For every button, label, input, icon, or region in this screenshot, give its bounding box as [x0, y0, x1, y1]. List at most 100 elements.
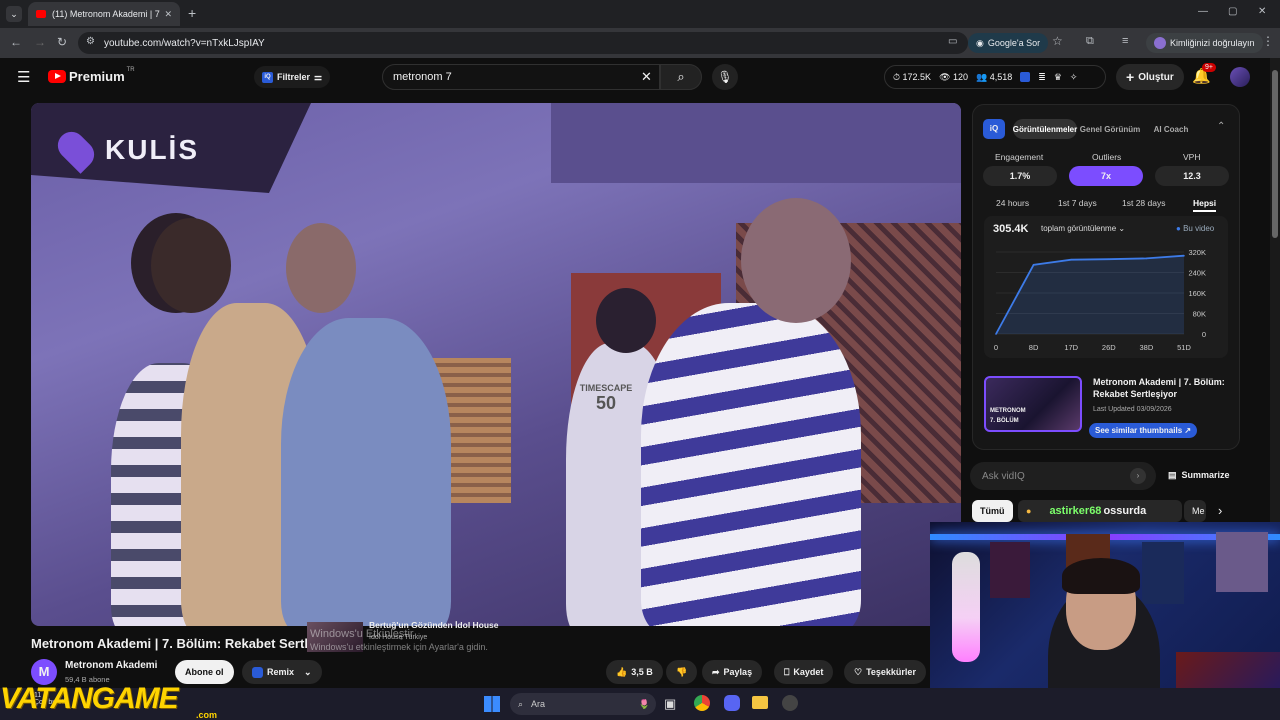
total-views-label: toplam görüntülenme [1041, 224, 1117, 233]
collapse-chevron-icon[interactable]: ⌃ [1217, 121, 1225, 132]
scrollbar-thumb[interactable] [1272, 70, 1278, 238]
back-icon[interactable]: ← [10, 35, 22, 49]
chart-x-tick: 17D [1064, 343, 1078, 352]
chip-overlay[interactable]: ● astirker68 ossurda [1018, 500, 1182, 522]
metric-engagement[interactable]: 1.7% [983, 166, 1057, 186]
chrome-icon[interactable] [694, 695, 710, 711]
filters-button[interactable]: iQ Filtreler ⚌ [254, 66, 331, 88]
views-stat: ⏱ 172.5K [893, 71, 932, 82]
chart-x-tick: 8D [1029, 343, 1039, 352]
chart-y-tick: 160K [1188, 289, 1206, 298]
url-field[interactable]: ⚙ youtube.com/watch?v=nTxkLJspIAY [78, 32, 968, 54]
rocket-icon: ✧ [1069, 71, 1078, 82]
file-explorer-icon[interactable] [752, 696, 768, 709]
watch-stat-value: 120 [953, 71, 969, 82]
summarize-label: Summarize [1181, 470, 1230, 480]
remix-button[interactable]: Remix ⌄ [242, 660, 322, 684]
search-input[interactable]: metronom 7 ✕ [382, 64, 660, 90]
app-icon[interactable] [782, 695, 798, 711]
thanks-label: Teşekkürler [866, 667, 916, 677]
webcam-hair [1062, 558, 1140, 594]
tab-overview[interactable]: Genel Görünüm [1079, 119, 1141, 139]
total-views-dropdown[interactable]: toplam görüntülenme ⌄ [1041, 224, 1125, 233]
ask-vidiq-input[interactable]: Ask vidIQ › [970, 462, 1156, 490]
range-7d[interactable]: 1st 7 days [1058, 198, 1097, 208]
save-button[interactable]: ⎕ Kaydet [774, 660, 834, 684]
chip-more[interactable]: Me [1184, 500, 1206, 522]
webcam-poster-3 [1142, 542, 1184, 604]
tab-list-icon[interactable]: ⌄ [6, 6, 22, 22]
shirt-print: TIMESCAPE 50 [571, 383, 641, 414]
browser-menu-icon[interactable]: ⋮ [1262, 34, 1274, 48]
verify-identity-button[interactable]: Kimliğinizi doğrulayın [1146, 33, 1263, 53]
chart-y-tick: 240K [1188, 269, 1206, 278]
tulip-icon: 🌷 [638, 698, 650, 709]
kulis-logo: KULİS [52, 125, 199, 175]
voice-search-button[interactable]: 🎙 [712, 64, 738, 90]
channel-name[interactable]: Metronom Akademi [65, 660, 157, 671]
range-28d[interactable]: 1st 28 days [1122, 198, 1165, 208]
range-all[interactable]: Hepsi [1193, 198, 1217, 212]
summarize-button[interactable]: ▤ Summarize [1168, 470, 1230, 481]
task-view-icon[interactable]: ▣ [664, 696, 676, 712]
subscribe-button[interactable]: Abone ol [175, 660, 234, 684]
share-button[interactable]: ➦ Paylaş [702, 660, 763, 684]
video-player[interactable]: TIMESCAPE 50 KULİS [31, 103, 961, 626]
views-chart: 320K 240K 160K 80K 0 0 8D 17D 26D 38D 51D [994, 248, 1206, 352]
notifications-button[interactable]: 🔔 9+ [1192, 63, 1216, 85]
browser-tab[interactable]: (11) Metronom Akademi | 7. Bö ✕ [28, 2, 180, 26]
like-button[interactable]: 👍 3,5 B [606, 660, 663, 684]
taskbar-search[interactable]: ⌕ Ara 🌷 [510, 693, 656, 715]
overlay-username: astirker68 [1049, 505, 1102, 517]
clear-search-icon[interactable]: ✕ [641, 69, 652, 85]
search-button[interactable]: ⌕ [660, 64, 702, 90]
google-ask-button[interactable]: ◉ Google'a Sor [968, 33, 1049, 53]
windows-watermark: Windows'u Etkinleştir Windows'u etkinleş… [310, 628, 488, 652]
chip-all[interactable]: Tümü [972, 500, 1013, 522]
youtube-play-icon [48, 70, 66, 83]
remix-chevron-icon: ⌄ [304, 666, 312, 677]
reading-list-icon[interactable]: ≡ [1122, 35, 1128, 47]
forward-icon[interactable]: → [34, 35, 46, 49]
chip-more-label: Me [1192, 506, 1205, 516]
notification-badge: 9+ [1202, 63, 1216, 72]
youtube-header: ☰ Premium TR iQ Filtreler ⚌ metronom 7 ✕… [0, 58, 1270, 98]
cast-icon[interactable]: ▭ [948, 36, 957, 47]
maximize-icon[interactable]: ▢ [1228, 6, 1237, 17]
chips-next-icon[interactable]: › [1218, 503, 1222, 518]
reload-icon[interactable]: ↻ [57, 35, 67, 49]
vidiq-stats-bar[interactable]: ⏱ 172.5K 👁 120 👥 4,518 ≣ ♛ ✧ [884, 65, 1106, 89]
site-info-icon[interactable]: ⚙ [86, 36, 95, 47]
metric-label-outliers: Outliers [1092, 152, 1122, 162]
close-tab-icon[interactable]: ✕ [164, 9, 172, 20]
similar-thumbnails-button[interactable]: See similar thumbnails ↗ [1089, 423, 1198, 438]
hamburger-menu-icon[interactable]: ☰ [17, 68, 30, 86]
tab-views[interactable]: Görüntülenmeler [1013, 119, 1077, 139]
chart-point [995, 333, 997, 335]
person-denim-head [286, 223, 356, 313]
person-denim [281, 318, 451, 626]
windows-start-icon[interactable] [484, 696, 500, 712]
tab-ai-coach[interactable]: AI Coach [1145, 119, 1197, 139]
range-24h[interactable]: 24 hours [996, 198, 1029, 208]
bookmark-star-icon[interactable]: ☆ [1052, 34, 1063, 48]
youtube-logo[interactable]: Premium TR [48, 67, 135, 84]
close-window-icon[interactable]: ✕ [1258, 6, 1266, 17]
metric-vph[interactable]: 12.3 [1155, 166, 1229, 186]
metric-outliers[interactable]: 7x [1069, 166, 1143, 186]
dislike-button[interactable]: 👎 [666, 660, 698, 684]
minimize-icon[interactable]: — [1198, 6, 1208, 17]
thumbnail-preview[interactable]: METRONOM 7. BÖLÜM [984, 376, 1082, 432]
account-avatar[interactable] [1230, 67, 1250, 87]
metric-label-engagement: Engagement [995, 152, 1044, 162]
create-button[interactable]: + Oluştur [1116, 64, 1184, 90]
views-stat-value: 172.5K [902, 71, 932, 82]
discord-icon[interactable] [724, 695, 740, 711]
thanks-button[interactable]: ♡ Teşekkürler [844, 660, 926, 684]
shirt-text: TIMESCAPE [579, 383, 633, 393]
send-icon[interactable]: › [1130, 468, 1146, 484]
new-tab-icon[interactable]: + [188, 5, 196, 21]
webcam-poster-4 [1216, 532, 1268, 592]
shirt-number: 50 [595, 393, 617, 413]
extensions-icon[interactable]: ⧉ [1086, 35, 1094, 48]
